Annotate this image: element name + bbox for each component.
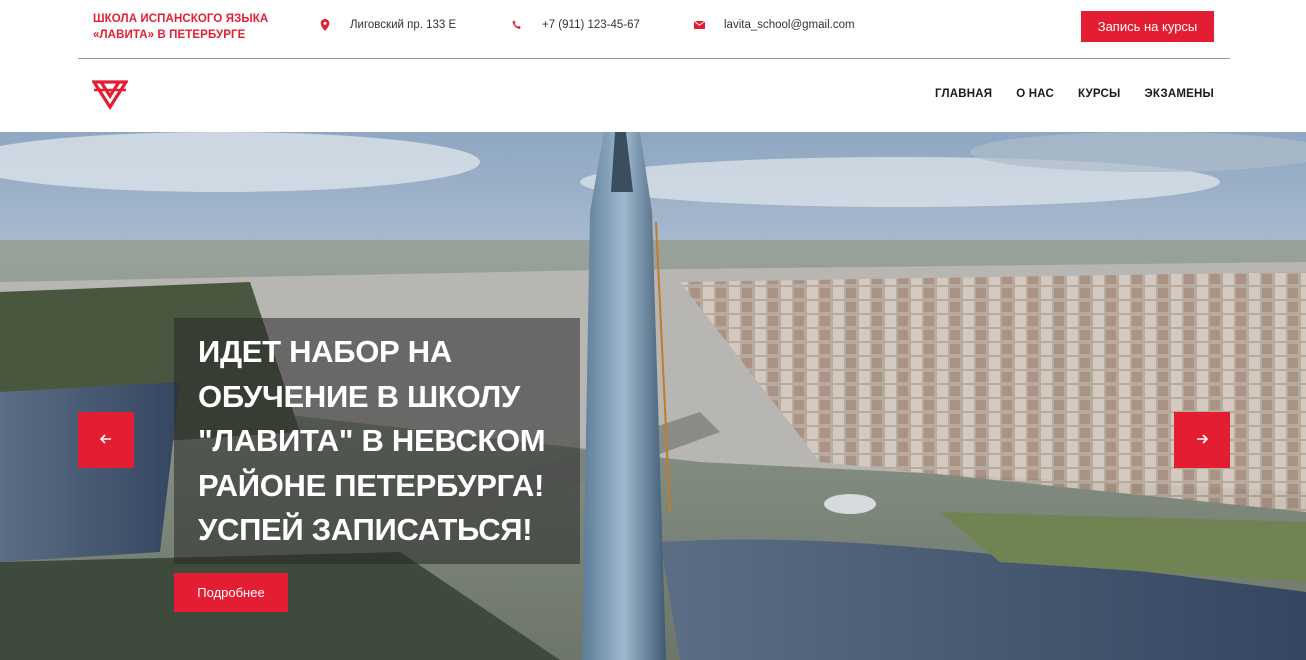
nav-item-exams[interactable]: ЭКЗАМЕНЫ (1144, 88, 1214, 100)
hero-headline: ИДЕТ НАБОР НА ОБУЧЕНИЕ В ШКОЛУ "ЛАВИТА" … (198, 330, 578, 553)
headline-line-1: ИДЕТ НАБОР НА (198, 334, 452, 369)
top-bar: ШКОЛА ИСПАНСКОГО ЯЗЫКА «ЛАВИТА» В ПЕТЕРБ… (0, 0, 1306, 58)
address-text: Лиговский пр. 133 Е (350, 19, 457, 31)
logo[interactable] (91, 78, 129, 110)
email-text[interactable]: lavita_school@gmail.com (724, 19, 855, 31)
more-button[interactable]: Подробнее (174, 573, 288, 612)
contact-email[interactable]: lavita_school@gmail.com (692, 18, 855, 32)
arrow-left-icon (99, 431, 112, 449)
nav-item-courses[interactable]: КУРСЫ (1078, 88, 1120, 100)
school-name: ШКОЛА ИСПАНСКОГО ЯЗЫКА «ЛАВИТА» В ПЕТЕРБ… (93, 11, 268, 43)
contact-phone[interactable]: +7 (911) 123-45-67 (510, 18, 640, 32)
contact-address: Лиговский пр. 133 Е (318, 18, 456, 32)
arrow-right-icon (1196, 431, 1209, 449)
nav-item-home[interactable]: ГЛАВНАЯ (935, 88, 992, 100)
phone-text[interactable]: +7 (911) 123-45-67 (542, 19, 640, 31)
headline-line-2: ОБУЧЕНИЕ В ШКОЛУ (198, 378, 520, 414)
school-name-line1: ШКОЛА ИСПАНСКОГО ЯЗЫКА (93, 13, 269, 25)
headline-line-3: "ЛАВИТА" В НЕВСКОМ (198, 423, 546, 458)
signup-button[interactable]: Запись на курсы (1081, 11, 1214, 42)
envelope-icon (692, 18, 706, 32)
map-pin-icon (318, 18, 332, 32)
phone-icon (510, 18, 524, 32)
main-navbar: ГЛАВНАЯ О НАС КУРСЫ ЭКЗАМЕНЫ (0, 59, 1306, 132)
headline-line-5: УСПЕЙ ЗАПИСАТЬСЯ! (198, 512, 533, 547)
school-name-line2: «ЛАВИТА» В ПЕТЕРБУРГЕ (93, 29, 246, 41)
nav-item-about[interactable]: О НАС (1016, 88, 1054, 100)
headline-line-4: РАЙОНЕ ПЕТЕРБУРГА! (198, 467, 545, 503)
main-nav: ГЛАВНАЯ О НАС КУРСЫ ЭКЗАМЕНЫ (935, 88, 1214, 100)
slider-prev-button[interactable] (78, 412, 134, 468)
slider-next-button[interactable] (1174, 412, 1230, 468)
